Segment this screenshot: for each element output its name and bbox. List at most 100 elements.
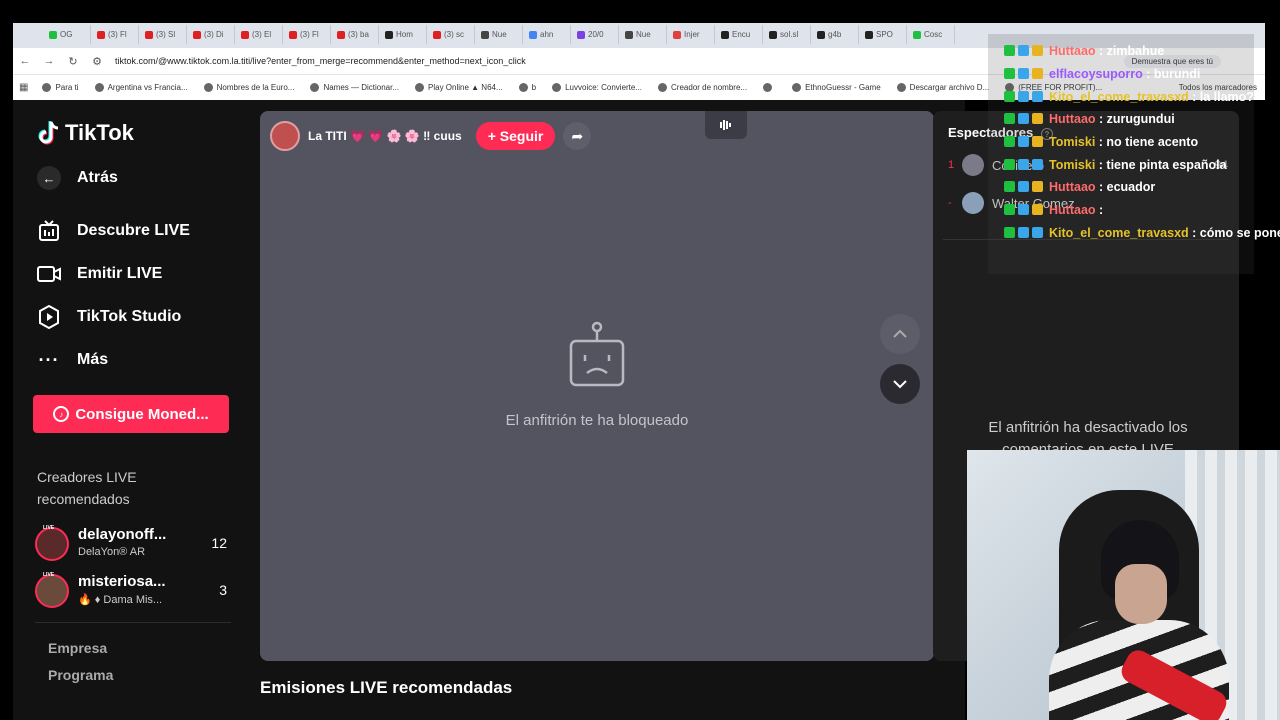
host-avatar[interactable]: [270, 121, 300, 151]
browser-tab[interactable]: Encu: [715, 25, 763, 44]
bookmark-label: Play Online ▲ N64...: [428, 83, 503, 92]
viewer-rank: 1: [948, 159, 955, 171]
nav-label: Emitir LIVE: [77, 265, 163, 282]
live-badge: LIVE: [43, 525, 55, 531]
nav-label: Descubre LIVE: [77, 222, 190, 239]
bookmark-item[interactable]: b: [518, 83, 537, 92]
reload-icon[interactable]: ↻: [61, 55, 85, 68]
bookmark-item[interactable]: Para ti: [42, 83, 79, 92]
chat-badge-icon: [1004, 159, 1015, 170]
back-button[interactable]: ← Atrás: [37, 166, 118, 190]
divider: [35, 622, 231, 623]
browser-tab[interactable]: g4b: [811, 25, 859, 44]
back-circle-icon: ←: [37, 166, 61, 190]
chat-badge-icon: [1032, 227, 1043, 238]
browser-tab[interactable]: (3) El: [235, 25, 283, 44]
browser-tab[interactable]: sol.sl: [763, 25, 811, 44]
nav-go-live[interactable]: Emitir LIVE: [37, 262, 162, 286]
bookmark-item[interactable]: [763, 83, 776, 92]
bookmark-label: b: [531, 83, 537, 92]
bookmark-item[interactable]: Creador de nombre...: [658, 83, 747, 92]
tab-favicon-icon: [193, 30, 201, 39]
tab-favicon-icon: [337, 30, 345, 39]
chat-message: Huttaao : zurugundui: [1004, 107, 1175, 130]
tab-favicon-icon: [241, 30, 249, 39]
bookmark-item[interactable]: Nombres de la Euro...: [203, 83, 295, 92]
avatar: [35, 527, 69, 561]
bookmark-item[interactable]: Luvvoice: Convierte...: [552, 83, 642, 92]
follow-button[interactable]: + Seguir: [475, 122, 556, 150]
browser-tab[interactable]: (3) Di: [187, 25, 235, 44]
previous-live-button[interactable]: [880, 314, 920, 354]
share-icon[interactable]: ➦: [563, 122, 592, 150]
browser-tab[interactable]: 20/0: [571, 25, 619, 44]
host-name[interactable]: La TITI 💗 💗 🌸 🌸 ‼ cuus: [308, 129, 462, 143]
chat-badge-icon: [1018, 91, 1029, 102]
browser-tab[interactable]: (3) sc: [427, 25, 475, 44]
tab-label: (3) Fl: [108, 30, 127, 39]
chat-badge-icon: [1004, 181, 1015, 192]
browser-tab[interactable]: (3) Sl: [139, 25, 187, 44]
back-arrow-icon[interactable]: ←: [13, 55, 37, 67]
footer-link-company[interactable]: Empresa: [48, 640, 107, 656]
nav-tiktok-studio[interactable]: TikTok Studio: [37, 305, 181, 329]
browser-tab[interactable]: Injer: [667, 25, 715, 44]
bookmark-item[interactable]: Names — Dictionar...: [310, 83, 399, 92]
nav-more[interactable]: ··· Más: [37, 348, 109, 372]
bookmark-favicon-icon: [203, 83, 213, 92]
browser-tab[interactable]: (3) Fl: [91, 25, 139, 44]
nav-discover-live[interactable]: Descubre LIVE: [37, 219, 190, 243]
browser-tab[interactable]: Nue: [619, 25, 667, 44]
nav-label: TikTok Studio: [77, 308, 182, 325]
browser-tab[interactable]: Hom: [379, 25, 427, 44]
creator-item[interactable]: LIVE misteriosa... 🔥 ♦ Dama Mis... 3: [35, 572, 231, 612]
bookmark-item[interactable]: EthnoGuessr - Game: [792, 83, 881, 92]
chat-badge-icon: [1032, 91, 1043, 102]
tiktok-logo[interactable]: TikTok: [37, 120, 134, 146]
tab-favicon-icon: [913, 30, 921, 39]
bookmark-favicon-icon: [552, 83, 562, 92]
tab-label: (3) ba: [348, 30, 369, 39]
chat-username: Huttaao: [1049, 111, 1096, 126]
chat-separator: :: [1095, 111, 1107, 126]
forward-arrow-icon[interactable]: →: [37, 55, 61, 67]
viewer-count: 12: [211, 535, 227, 551]
chat-badge-icon: [1032, 204, 1043, 215]
browser-tab[interactable]: ahn: [523, 25, 571, 44]
chevron-down-icon: [893, 380, 907, 389]
creator-item[interactable]: LIVE delayonoff... DelaYon® AR 12: [35, 525, 231, 565]
bookmark-label: Nombres de la Euro...: [216, 83, 295, 92]
bookmark-item[interactable]: Descargar archivo D...: [896, 83, 989, 92]
tab-label: Injer: [684, 30, 700, 39]
tiktok-coin-icon: ♪: [53, 406, 70, 422]
blocked-message: El anfitrión te ha bloqueado: [505, 412, 689, 429]
bookmark-item[interactable]: Play Online ▲ N64...: [415, 83, 503, 92]
browser-tab[interactable]: SPO: [859, 25, 907, 44]
tab-label: Hom: [396, 30, 413, 39]
url-field[interactable]: tiktok.com/@www.tiktok.com.la.titi/live?…: [115, 56, 1124, 66]
browser-tab[interactable]: Nue: [475, 25, 523, 44]
apps-icon[interactable]: ▦: [19, 82, 28, 93]
chat-badge-icon: [1018, 113, 1029, 124]
chat-badge-icon: [1032, 181, 1043, 192]
bookmark-item[interactable]: Argentina vs Francia...: [94, 83, 188, 92]
chat-badge-icon: [1018, 136, 1029, 147]
tab-label: Nue: [492, 30, 507, 39]
back-label: Atrás: [77, 169, 118, 186]
get-coins-button[interactable]: ♪ Consigue Moned...: [33, 395, 229, 433]
site-info-icon[interactable]: ⚙: [85, 55, 109, 68]
sad-robot-icon: [569, 321, 625, 387]
camera-icon: [37, 262, 61, 286]
chat-separator: :: [1095, 134, 1107, 149]
audio-levels-icon[interactable]: [705, 111, 747, 139]
browser-tab[interactable]: OG: [43, 25, 91, 44]
next-live-button[interactable]: [880, 364, 920, 404]
tiktok-page: TikTok ← Atrás Descubre LIVE Emitir LIVE…: [13, 100, 965, 720]
bookmark-favicon-icon: [763, 83, 773, 92]
browser-tab[interactable]: (3) ba: [331, 25, 379, 44]
browser-tab[interactable]: Cosc: [907, 25, 955, 44]
chat-separator: :: [1095, 202, 1107, 217]
browser-tab[interactable]: (3) Fl: [283, 25, 331, 44]
footer-link-program[interactable]: Programa: [48, 667, 113, 683]
chat-message: Huttaao : ecuador: [1004, 175, 1155, 198]
